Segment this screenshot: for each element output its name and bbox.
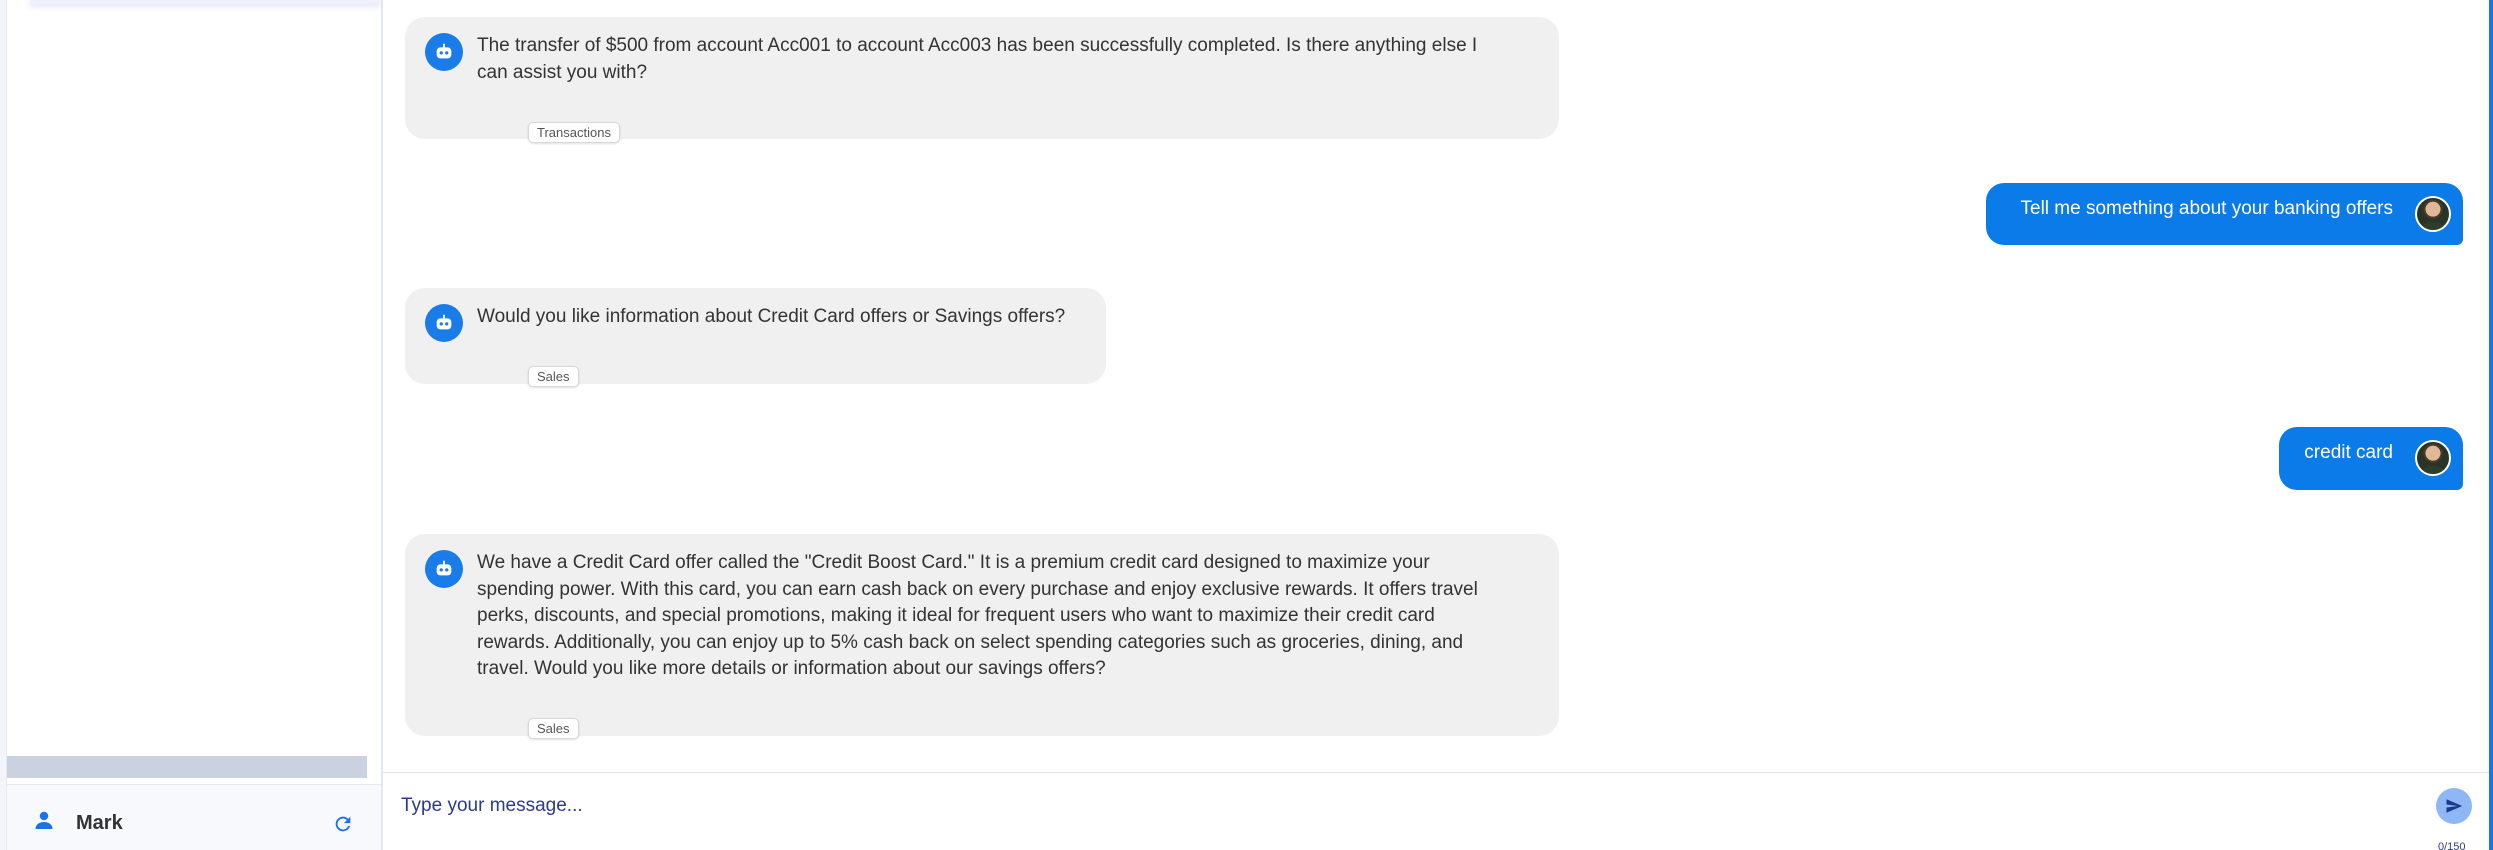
sidebar-footer: Mark xyxy=(7,784,381,850)
composer: 0/150 xyxy=(383,772,2489,850)
robot-icon xyxy=(436,43,452,59)
chat-scrollbar[interactable] xyxy=(2489,0,2493,850)
user-avatar xyxy=(2415,196,2451,232)
send-icon xyxy=(2446,799,2463,813)
refresh-icon xyxy=(335,816,351,832)
bot-message-text: The transfer of $500 from account Acc001… xyxy=(477,35,1478,83)
sidebar-edge xyxy=(0,0,7,850)
user-message-text: Tell me something about your banking off… xyxy=(2020,198,2393,219)
bot-avatar xyxy=(425,550,463,588)
sidebar-selected-item[interactable] xyxy=(30,0,380,4)
message-tag: Sales xyxy=(528,718,579,739)
user-message: Tell me something about your banking off… xyxy=(1986,183,2463,245)
person-icon xyxy=(32,809,56,833)
bot-avatar xyxy=(425,304,463,342)
bot-message: Would you like information about Credit … xyxy=(405,288,1106,387)
bot-avatar xyxy=(425,33,463,71)
user-message-text: credit card xyxy=(2304,442,2393,463)
chat-panel: The transfer of $500 from account Acc001… xyxy=(383,0,2493,850)
message-input[interactable] xyxy=(395,786,2435,826)
char-counter: 0/150 xyxy=(2438,841,2466,850)
bot-message: We have a Credit Card offer called the "… xyxy=(405,534,1559,739)
robot-icon xyxy=(436,560,452,576)
chat-app: Mark The transfer of $500 from account A… xyxy=(0,0,2493,850)
message-tag: Sales xyxy=(528,366,579,387)
robot-icon xyxy=(436,314,452,330)
user-avatar xyxy=(2415,440,2451,476)
send-button[interactable] xyxy=(2436,788,2472,824)
user-message: credit card xyxy=(2279,427,2463,490)
bot-message-text: We have a Credit Card offer called the "… xyxy=(477,552,1478,679)
sidebar-scrollbar[interactable] xyxy=(7,756,367,778)
user-name: Mark xyxy=(76,812,123,834)
sidebar: Mark xyxy=(0,0,383,850)
refresh-button[interactable] xyxy=(329,810,357,838)
message-tag: Transactions xyxy=(528,122,620,143)
bot-message: The transfer of $500 from account Acc001… xyxy=(405,17,1559,143)
bot-message-text: Would you like information about Credit … xyxy=(477,306,1066,327)
